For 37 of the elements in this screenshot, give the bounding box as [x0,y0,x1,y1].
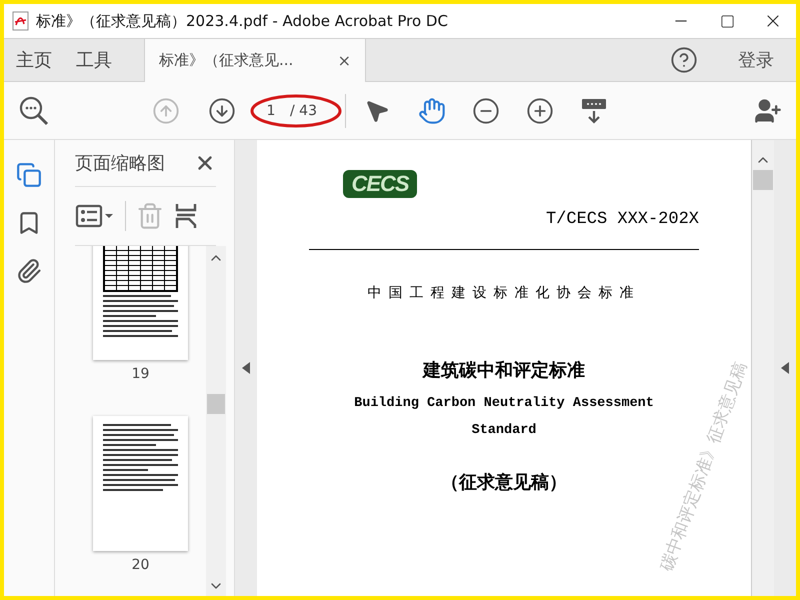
collapse-left-icon[interactable] [242,362,250,374]
organization-text: 中国工程建设标准化协会标准 [368,284,640,302]
maximize-icon[interactable] [720,14,734,28]
add-user-icon[interactable] [754,96,782,124]
page-thumbnail[interactable] [93,246,188,360]
scrollbar[interactable] [751,140,774,596]
document-title: 建筑碳中和评定标准 [423,359,585,382]
nav-tab[interactable]: 主页 [4,39,64,81]
page-number-label: 20 [132,557,150,573]
draft-subtitle: （征求意见稿） [441,471,567,494]
zoom-out-icon[interactable] [472,96,500,124]
window-title: 标准》（征求意见稿）2023.4.pdf - Adobe Acrobat Pro DC [36,12,449,30]
document-tab[interactable]: 标准》（征求意见... × [144,39,366,82]
list-options-icon[interactable] [75,203,115,229]
pages-icon[interactable] [16,162,42,188]
zoom-in-icon[interactable] [526,96,554,124]
hand-tool-button[interactable] [418,96,446,124]
page-thumbnail[interactable] [93,416,188,551]
page-count: / 43 [290,102,317,118]
collapse-right-icon[interactable] [781,362,789,374]
arrow-down-icon[interactable] [208,96,236,124]
scrollbar[interactable] [206,246,226,596]
nav-tab[interactable]: 工具 [64,39,124,81]
page-number-label: 19 [132,366,150,382]
standard-code: T/CECS XXX-202X [546,210,699,229]
scroll-thumb[interactable] [753,170,773,190]
paperclip-icon[interactable] [16,258,42,284]
scroll-thumb[interactable] [207,394,225,414]
panel-title: 页面缩略图 [75,152,165,175]
keyboard-download-icon[interactable] [580,96,608,124]
page-break-icon[interactable] [174,202,198,230]
document-watermark: 碳中和评定标准》征求意见稿 [658,360,750,574]
cecs-logo: CECS [343,170,417,198]
page-number-field[interactable]: 1 [256,98,286,124]
sign-in-button[interactable]: 登录 [738,39,774,81]
search-icon[interactable] [18,94,50,126]
english-title: Building Carbon Neutrality Assessment Standard [354,395,654,440]
